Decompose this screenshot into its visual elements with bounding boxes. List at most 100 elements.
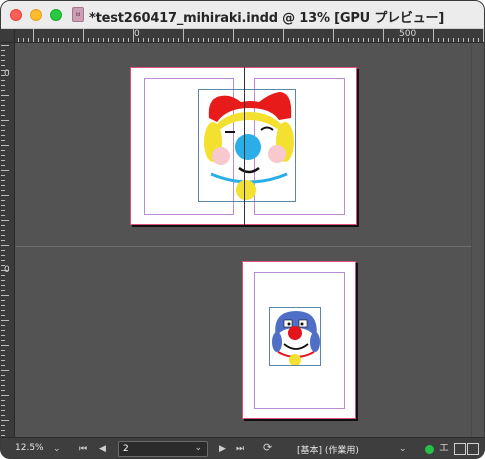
- preflight-refresh-icon[interactable]: ⟳: [263, 441, 272, 455]
- ruler-tick: [1, 435, 5, 436]
- vertical-ruler[interactable]: 0 0: [1, 43, 15, 437]
- ruler-tick: [258, 38, 259, 42]
- ruler-tick: [1, 310, 5, 311]
- ruler-tick: [1, 110, 5, 111]
- ruler-tick: [1, 405, 5, 406]
- ruler-tick: [1, 365, 5, 366]
- robot-cat-image-frame[interactable]: [269, 307, 321, 366]
- ruler-tick: [1, 155, 5, 156]
- ruler-tick: [1, 145, 9, 146]
- ruler-tick: [193, 38, 194, 42]
- ruler-tick: [248, 38, 249, 42]
- ruler-tick: [143, 38, 144, 42]
- ruler-tick: [1, 380, 5, 381]
- ruler-tick: [428, 38, 429, 42]
- ruler-tick: [118, 38, 119, 42]
- ruler-tick: [1, 135, 5, 136]
- preflight-status-indicator[interactable]: [425, 445, 434, 454]
- page-number-field[interactable]: 2 ⌄: [118, 441, 208, 457]
- next-page-icon[interactable]: ▶: [219, 442, 226, 456]
- minimize-window-button[interactable]: [30, 9, 42, 21]
- ruler-tick: [123, 38, 124, 42]
- ruler-tick: [1, 410, 5, 411]
- ruler-tick: [63, 38, 64, 42]
- ruler-tick: [238, 38, 239, 42]
- ruler-tick: [1, 195, 9, 196]
- ruler-tick: [418, 38, 419, 42]
- vertical-scrollbar[interactable]: [471, 44, 484, 437]
- ruler-tick: [58, 38, 59, 42]
- ruler-tick: [263, 38, 264, 42]
- zoom-level[interactable]: 12.5%: [15, 443, 44, 453]
- ruler-tick: [328, 38, 329, 42]
- ruler-tick: [373, 38, 374, 42]
- ruler-tick: [253, 38, 254, 42]
- ruler-tick: [413, 38, 414, 42]
- last-page-icon[interactable]: ⏭: [236, 442, 244, 456]
- ruler-tick: [1, 350, 5, 351]
- prev-page-icon[interactable]: ◀: [99, 442, 106, 456]
- ruler-tick: [1, 285, 5, 286]
- ruler-tick: [1, 430, 5, 431]
- ruler-tick: [283, 29, 284, 42]
- ruler-tick: [98, 38, 99, 42]
- ruler-tick: [1, 185, 5, 186]
- ruler-tick: [433, 29, 434, 42]
- preflight-dropdown-icon[interactable]: ⌄: [399, 442, 407, 456]
- ruler-tick: [1, 205, 5, 206]
- ruler-tick: [1, 240, 5, 241]
- page-dropdown-icon[interactable]: ⌄: [194, 443, 202, 453]
- ruler-tick: [1, 85, 5, 86]
- ruler-tick: [1, 290, 5, 291]
- ruler-tick: [1, 390, 5, 391]
- ruler-tick: [403, 38, 404, 42]
- ruler-tick: [1, 95, 9, 96]
- text-frame-toggle-icon[interactable]: エ: [439, 442, 449, 456]
- ruler-tick: [153, 38, 154, 42]
- ruler-tick: [83, 29, 84, 42]
- ruler-tick: [1, 375, 5, 376]
- ruler-tick: [1, 345, 9, 346]
- first-page-icon[interactable]: ⏮: [79, 442, 87, 456]
- indesign-window: Id *test260417_mihiraki.indd @ 13% [GPU …: [0, 0, 485, 459]
- ruler-tick: [398, 38, 399, 42]
- window-title: *test260417_mihiraki.indd @ 13% [GPU プレビ…: [89, 11, 445, 26]
- ruler-tick: [333, 29, 334, 42]
- ruler-tick: [73, 38, 74, 42]
- ruler-tick: [408, 38, 409, 42]
- preflight-profile-label[interactable]: [基本] (作業用): [297, 443, 359, 456]
- ruler-tick: [353, 38, 354, 42]
- ruler-tick: [138, 38, 139, 42]
- ruler-tick: [1, 150, 5, 151]
- close-window-button[interactable]: [10, 9, 22, 21]
- ruler-tick: [288, 38, 289, 42]
- split-window-icon[interactable]: [454, 443, 466, 455]
- zoom-dropdown-icon[interactable]: ⌄: [53, 442, 61, 456]
- ruler-tick: [1, 100, 5, 101]
- ruler-tick: [388, 38, 389, 42]
- horizontal-ruler[interactable]: 0 500: [15, 29, 484, 43]
- window-layout-icon[interactable]: [467, 443, 479, 455]
- ruler-tick: [1, 385, 5, 386]
- ruler-tick: [1, 190, 5, 191]
- ruler-tick: [33, 29, 34, 42]
- maximize-window-button[interactable]: [50, 9, 62, 21]
- ruler-tick: [128, 38, 129, 42]
- ruler-tick: [1, 55, 5, 56]
- ruler-tick: [1, 175, 5, 176]
- ruler-tick: [1, 125, 5, 126]
- ruler-tick: [1, 160, 5, 161]
- ruler-tick: [1, 50, 5, 51]
- clown-image-frame[interactable]: [198, 89, 296, 202]
- ruler-tick: [268, 38, 269, 42]
- ruler-tick: [293, 38, 294, 42]
- ruler-tick: [1, 275, 5, 276]
- ruler-tick: [1, 120, 9, 121]
- ruler-origin[interactable]: [1, 29, 15, 43]
- spread-separator: [16, 246, 471, 247]
- ruler-tick: [198, 38, 199, 42]
- ruler-tick: [213, 38, 214, 42]
- ruler-tick: [48, 38, 49, 42]
- ruler-tick: [103, 38, 104, 42]
- ruler-tick: [18, 38, 19, 42]
